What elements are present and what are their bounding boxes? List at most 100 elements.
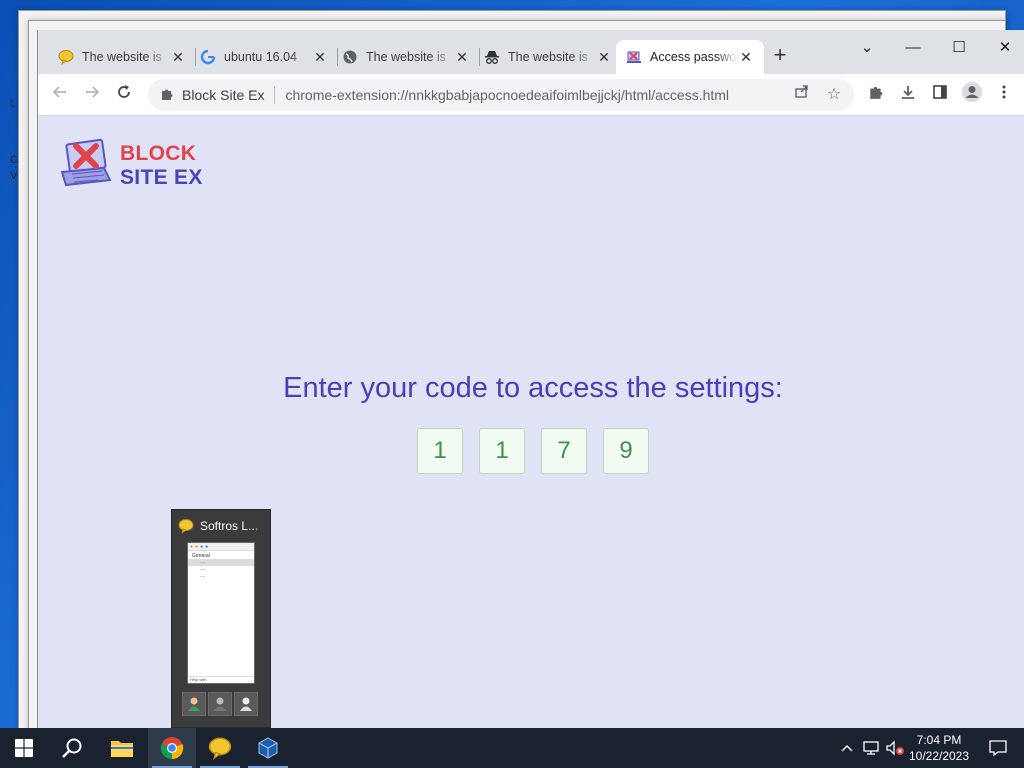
tab-label: ubuntu 16.04 [224, 50, 297, 64]
close-tab-icon[interactable]: ✕ [454, 49, 470, 66]
extension-puzzle-icon [160, 87, 176, 104]
thumbnail-group: General [192, 553, 210, 559]
back-arrow-icon [52, 86, 66, 98]
logo-text-block: BLOCK [120, 142, 197, 165]
thumbnail-item: .... [188, 559, 254, 566]
volume-button[interactable] [884, 728, 906, 768]
background-window-text: L C V [10, 96, 20, 184]
clock-date: 10/22/2023 [908, 749, 970, 763]
thumbnail-item: .... [200, 573, 206, 579]
thumbnail-item: .... [200, 566, 206, 572]
reload-button[interactable] [110, 81, 138, 109]
preview-action-buttons [182, 692, 258, 716]
tab-strip: The website is ✕ ubuntu 16.04 ✕ The webs… [38, 30, 1024, 74]
url-text[interactable]: chrome-extension://nnkkgbabjapocnoedeaif… [285, 87, 729, 103]
reload-icon [118, 85, 130, 98]
network-icon [863, 741, 879, 755]
background-char: V [10, 170, 18, 182]
notification-icon [989, 740, 1007, 756]
thumbnail-footer: Help with [188, 676, 254, 683]
block-site-icon [626, 49, 642, 65]
profile-button[interactable] [958, 81, 986, 109]
logo-text-site-ex: SITE EX [120, 166, 203, 189]
new-tab-button[interactable]: + [768, 44, 792, 68]
code-digit-input[interactable]: 7 [541, 428, 587, 474]
bookmark-star-icon[interactable]: ☆ [820, 81, 848, 109]
close-tab-icon[interactable]: ✕ [738, 49, 754, 66]
more-vert-icon [1002, 85, 1006, 99]
site-chip[interactable]: Block Site Ex [182, 87, 264, 103]
show-hidden-icons-button[interactable] [838, 728, 856, 768]
extensions-puzzle-icon [870, 86, 883, 99]
access-code-heading: Enter your code to access the settings: [283, 372, 783, 404]
chrome-icon [160, 737, 184, 760]
file-explorer-button[interactable] [98, 728, 146, 768]
softros-taskbar-button[interactable] [196, 728, 244, 768]
tab-website-blocked-3[interactable]: The website is ✕ [474, 40, 622, 74]
tab-search-button[interactable]: ⌄ [844, 34, 890, 62]
user-gray-icon [214, 697, 226, 711]
file-explorer-icon [111, 741, 133, 757]
tab-label: The website is [508, 50, 588, 64]
side-panel-button[interactable] [926, 81, 954, 109]
close-tab-icon[interactable]: ✕ [312, 49, 328, 66]
chrome-taskbar-button[interactable] [148, 728, 196, 768]
softros-chat-icon [58, 49, 74, 65]
code-digit-input[interactable]: 1 [417, 428, 463, 474]
status-offline-button[interactable] [234, 692, 258, 716]
start-button[interactable] [0, 728, 48, 768]
tab-access-password[interactable]: Access password ✕ [616, 40, 764, 74]
tab-ubuntu[interactable]: ubuntu 16.04 ✕ [190, 40, 338, 74]
back-button[interactable] [46, 81, 74, 109]
browser-menu-button[interactable] [990, 81, 1018, 109]
system-clock[interactable]: 7:04 PM 10/22/2023 [906, 732, 972, 764]
preview-title-text: Softros L... [200, 519, 259, 533]
softros-chat-icon [178, 518, 194, 534]
status-away-button[interactable] [208, 692, 232, 716]
share-icon[interactable] [788, 81, 816, 109]
tab-label: Access password [650, 50, 738, 64]
windows-taskbar: 7:04 PM 10/22/2023 [0, 728, 1024, 768]
close-window-button[interactable]: ✕ [982, 34, 1024, 62]
softros-chat-icon [208, 737, 232, 760]
tab-website-blocked-1[interactable]: The website is ✕ [48, 40, 196, 74]
downloads-button[interactable] [894, 81, 922, 109]
browser-toolbar: Block Site Ex chrome-extension://nnkkgba… [38, 74, 1024, 116]
windows-start-icon [15, 739, 33, 757]
access-code-inputs: 1 1 7 9 [417, 428, 649, 474]
background-char: L [10, 98, 17, 110]
address-bar[interactable]: Block Site Ex chrome-extension://nnkkgba… [148, 79, 854, 111]
notifications-button[interactable] [978, 728, 1018, 768]
user-green-icon [188, 697, 200, 711]
status-available-button[interactable] [182, 692, 206, 716]
search-button[interactable] [48, 728, 96, 768]
minimize-button[interactable]: — [890, 34, 936, 62]
incognito-icon [484, 49, 500, 65]
preview-thumbnail[interactable]: ● ● ● ● General .... .... .... Help with [187, 542, 255, 684]
forward-button[interactable] [78, 81, 106, 109]
thumbnail-toolbar: ● ● ● ● [188, 543, 254, 551]
chevron-up-icon [841, 745, 853, 752]
tab-website-blocked-2[interactable]: The website is ✕ [332, 40, 480, 74]
virtualbox-icon [258, 737, 278, 759]
download-icon [902, 86, 914, 99]
user-white-icon [240, 697, 252, 711]
side-panel-icon [933, 85, 947, 99]
address-divider [274, 86, 276, 104]
close-tab-icon[interactable]: ✕ [170, 49, 186, 66]
taskbar-window-preview[interactable]: Softros L... ● ● ● ● General .... .... ....… [171, 509, 271, 728]
volume-muted-icon [886, 740, 904, 756]
virtualbox-taskbar-button[interactable] [244, 728, 292, 768]
code-digit-input[interactable]: 1 [479, 428, 525, 474]
network-button[interactable] [860, 728, 882, 768]
background-char: C [10, 154, 18, 166]
block-site-ex-logo: BLOCK SITE EX [58, 136, 218, 196]
globe-icon [342, 49, 358, 65]
code-digit-input[interactable]: 9 [603, 428, 649, 474]
tab-label: The website is [366, 50, 446, 64]
profile-avatar-icon [962, 82, 982, 102]
close-tab-icon[interactable]: ✕ [596, 49, 612, 66]
google-icon [200, 49, 216, 65]
maximize-button[interactable]: ☐ [936, 34, 982, 62]
extensions-button[interactable] [862, 81, 890, 109]
